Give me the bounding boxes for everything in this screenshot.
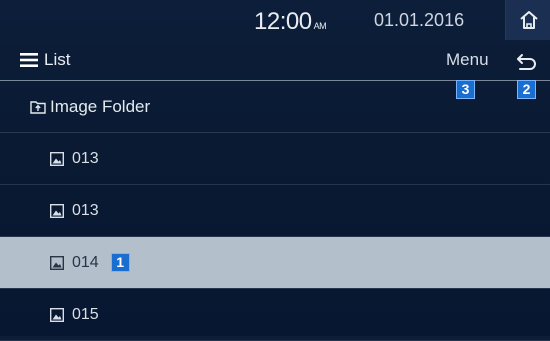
callout-badge-selected: 1 — [110, 253, 130, 272]
folder-up-row[interactable]: Image Folder — [0, 82, 550, 133]
hamburger-icon — [20, 53, 38, 67]
file-name: 015 — [72, 305, 99, 323]
file-name: 013 — [72, 149, 99, 167]
menu-button[interactable]: Menu — [446, 50, 489, 70]
folder-name: Image Folder — [50, 97, 151, 116]
clock-time: 12:00 — [254, 8, 312, 35]
home-icon — [519, 11, 538, 29]
clock-ampm: AM — [313, 21, 327, 31]
date: 01.01.2016 — [374, 10, 465, 30]
clock: 12:00 AM — [254, 8, 327, 36]
toolbar: List Menu — [0, 42, 550, 81]
image-icon — [50, 151, 64, 166]
image-icon — [50, 255, 64, 270]
file-name: 014 — [72, 253, 99, 271]
list-item[interactable]: 013 — [0, 185, 550, 237]
list-item[interactable]: 015 — [0, 289, 550, 341]
list-item[interactable]: 013 — [0, 133, 550, 185]
back-button[interactable] — [515, 49, 539, 73]
folder-up-icon — [30, 101, 46, 114]
list-button[interactable]: List — [20, 50, 70, 70]
list-item-selected[interactable]: 014 1 — [0, 237, 550, 289]
back-arrow-icon — [517, 54, 536, 70]
status-bar: 12:00 AM 01.01.2016 — [0, 0, 550, 42]
image-icon — [50, 203, 64, 218]
file-name: 013 — [72, 201, 99, 219]
home-button[interactable] — [505, 0, 550, 40]
list-label: List — [44, 50, 71, 69]
image-icon — [50, 307, 64, 322]
